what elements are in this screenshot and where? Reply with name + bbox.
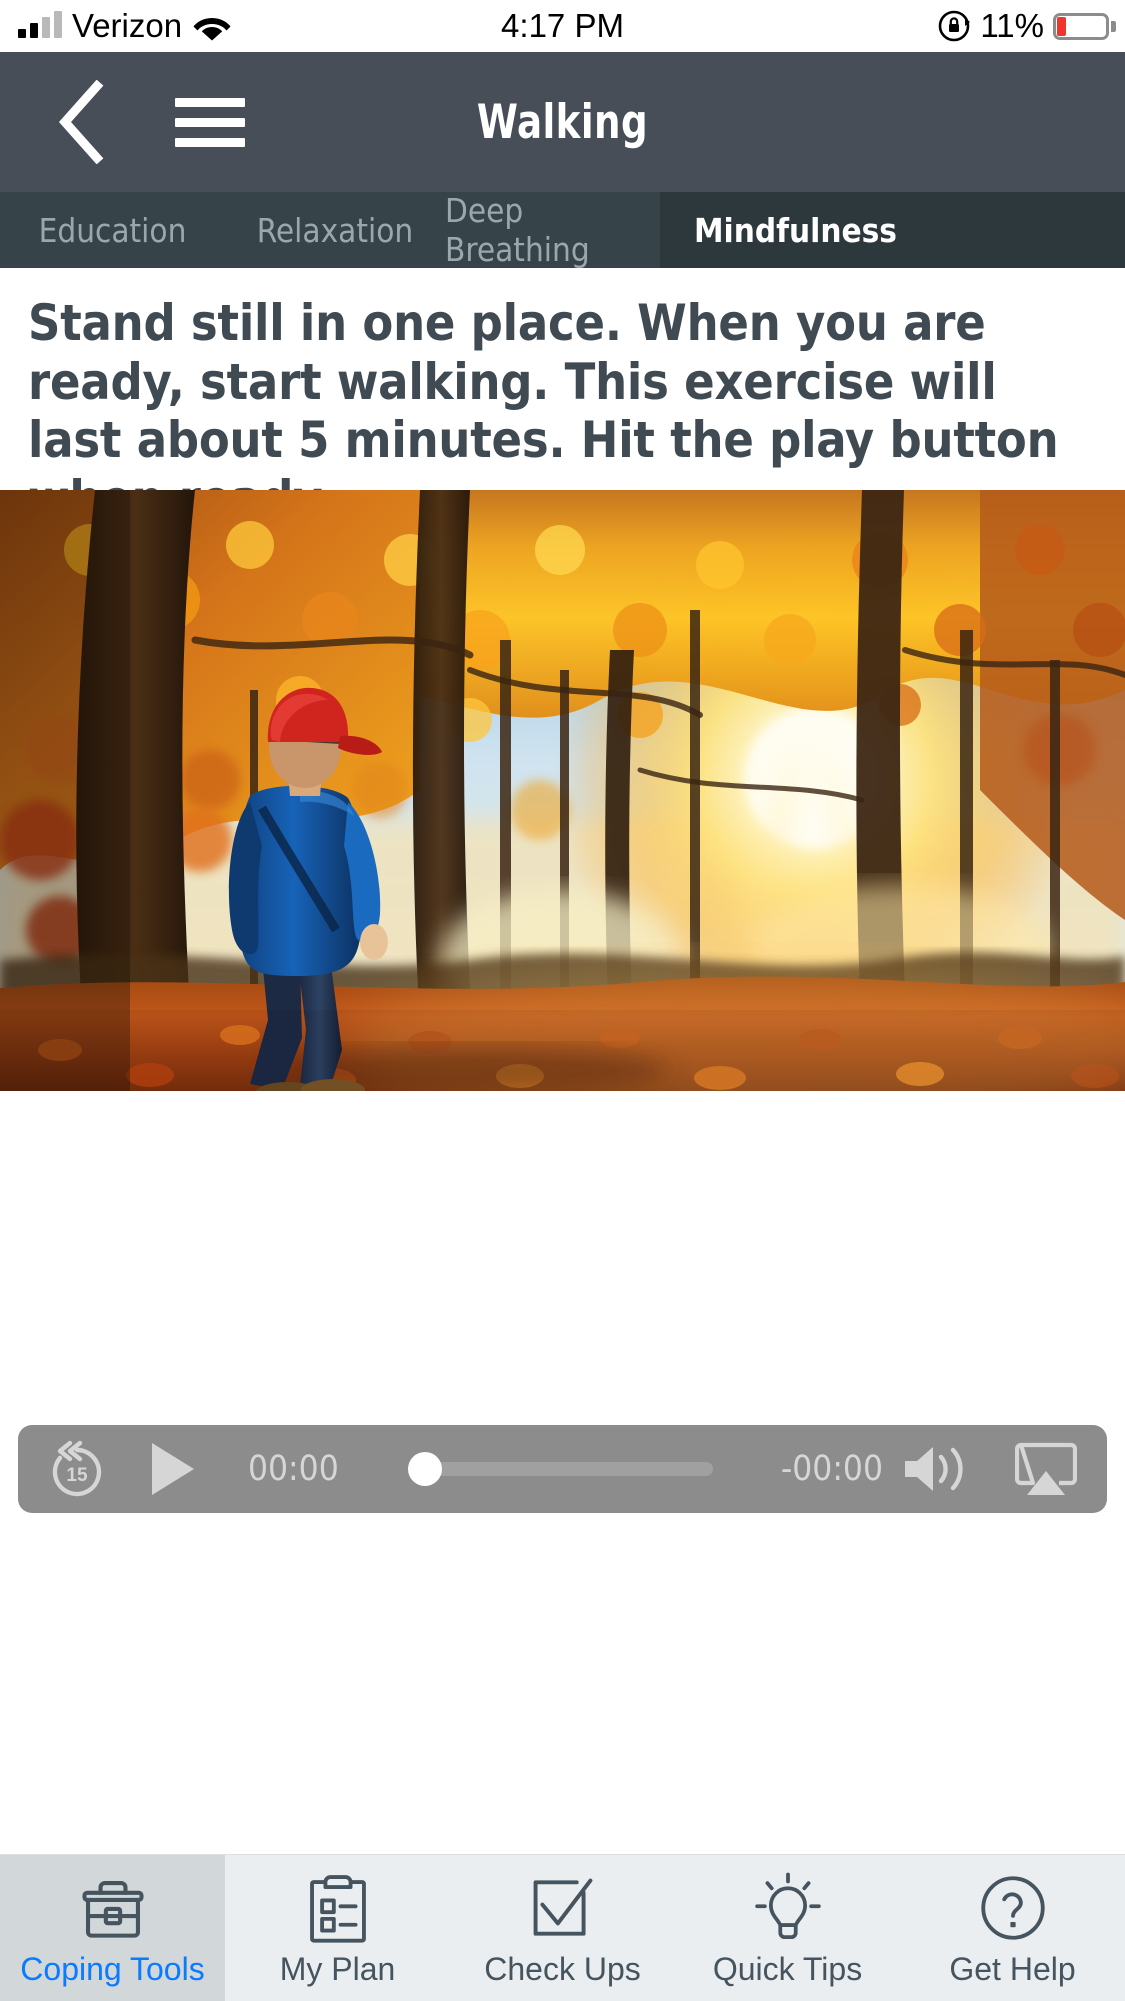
airplay-icon: [1014, 1442, 1078, 1495]
audio-player: 15 00:00 -00:00: [18, 1425, 1107, 1513]
tabbar-item-get-help[interactable]: Get Help: [900, 1855, 1125, 2001]
tabbar-label-get-help: Get Help: [949, 1951, 1076, 1987]
tab-deep-breathing[interactable]: Deep Breathing: [445, 191, 660, 269]
volume-icon: [905, 1447, 963, 1491]
tab-mindfulness[interactable]: Mindfulness: [660, 192, 1125, 268]
tabbar-item-coping-tools[interactable]: Coping Tools: [0, 1855, 225, 2001]
play-button[interactable]: [146, 1439, 198, 1499]
tab-education[interactable]: Education: [0, 192, 225, 268]
nav-bar: Walking: [0, 52, 1125, 192]
battery-low-icon: [1053, 12, 1116, 40]
app-screen: Verizon 4:17 PM 11% Walking Education Re…: [0, 0, 1125, 2001]
tabbar-label-my-plan: My Plan: [279, 1951, 396, 1987]
tabbar-item-my-plan[interactable]: My Plan: [225, 1855, 450, 2001]
progress-scrubber[interactable]: [408, 1452, 713, 1486]
play-icon: [152, 1443, 194, 1495]
tabbar-label-coping-tools: Coping Tools: [20, 1951, 205, 1987]
volume-button[interactable]: [901, 1441, 979, 1497]
question-circle-icon: [978, 1869, 1048, 1947]
tabbar-label-quick-tips: Quick Tips: [712, 1951, 863, 1987]
status-bar: Verizon 4:17 PM 11%: [0, 0, 1125, 52]
rotation-lock-icon: [939, 10, 971, 42]
tabbar-item-check-ups[interactable]: Check Ups: [450, 1855, 675, 2001]
status-bar-right: 11%: [937, 7, 1116, 45]
scrubber-knob[interactable]: [408, 1452, 442, 1486]
battery-percent-label: 11%: [980, 7, 1044, 44]
lightbulb-icon: [752, 1869, 824, 1947]
remaining-time-label: -00:00: [780, 1449, 883, 1489]
clipboard-checklist-icon: [305, 1869, 371, 1947]
tabbar-item-quick-tips[interactable]: Quick Tips: [675, 1855, 900, 2001]
section-tab-bar: Education Relaxation Deep Breathing Mind…: [0, 191, 1125, 269]
instruction-panel: Stand still in one place. When you are r…: [0, 268, 1125, 528]
tab-relaxation[interactable]: Relaxation: [225, 192, 445, 268]
tabbar-label-check-ups: Check Ups: [484, 1951, 641, 1987]
checkbox-check-icon: [527, 1869, 599, 1947]
toolbox-icon: [72, 1869, 154, 1947]
exercise-photo: [0, 490, 1125, 1091]
bottom-tab-bar: Coping Tools My Plan Check Ups Quick Tip…: [0, 1854, 1125, 2001]
autumn-forest-illustration: [0, 490, 1125, 1091]
rewind-15-button[interactable]: 15: [46, 1438, 108, 1500]
page-title: Walking: [476, 94, 649, 150]
rewind-15-icon: 15: [52, 1440, 102, 1497]
rewind-seconds-label: 15: [66, 1465, 88, 1486]
airplay-button[interactable]: [1014, 1441, 1078, 1497]
scrubber-track: [408, 1462, 713, 1476]
elapsed-time-label: 00:00: [248, 1449, 339, 1489]
